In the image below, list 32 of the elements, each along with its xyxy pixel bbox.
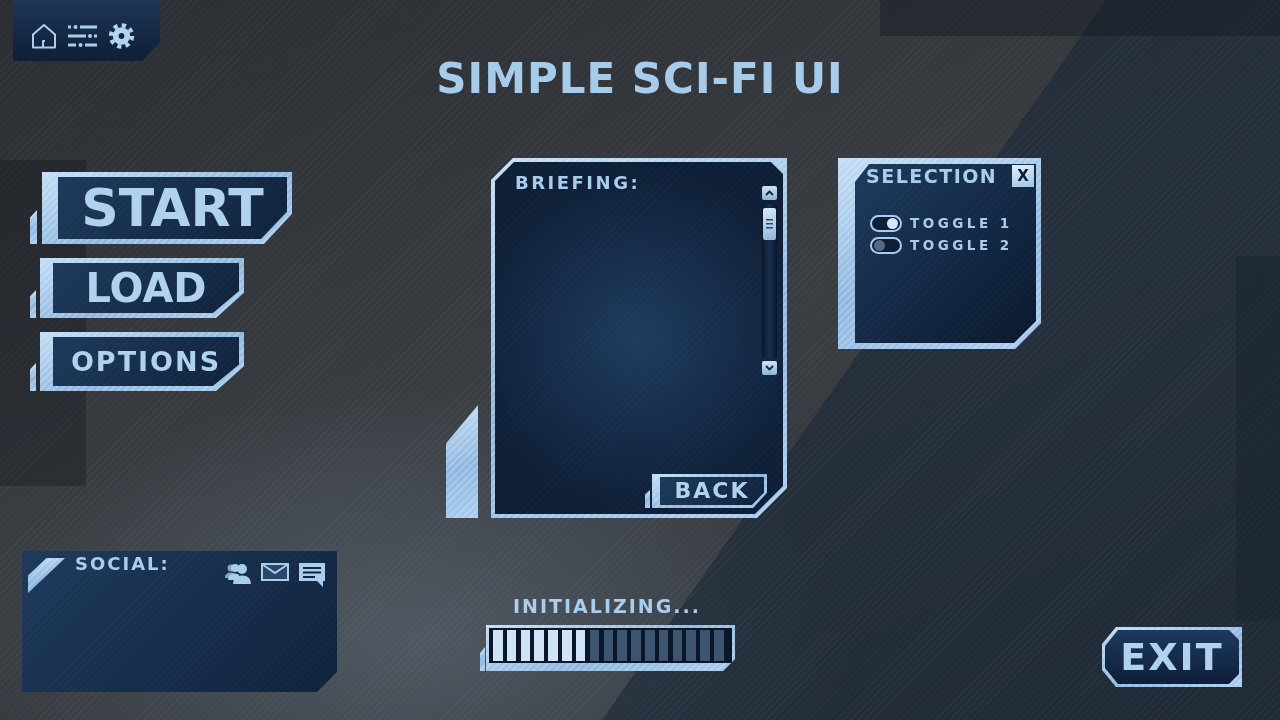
- toggle-switch[interactable]: [870, 215, 902, 232]
- menu-button[interactable]: LOAD: [40, 258, 244, 318]
- panel-title: BRIEFING:: [515, 174, 641, 192]
- panel-title: SOCIAL:: [75, 555, 170, 573]
- back-button[interactable]: BACK: [652, 474, 767, 508]
- chevron-down-icon: [765, 365, 774, 371]
- sliders-icon[interactable]: [68, 23, 97, 49]
- panel-title: SELECTION: [866, 166, 998, 186]
- toggle-label: TOGGLE 1: [910, 216, 1013, 231]
- people-icon[interactable]: [225, 563, 251, 584]
- menu-button[interactable]: START: [42, 172, 292, 244]
- scrollbar-thumb[interactable]: [763, 208, 776, 240]
- accent-stripe: [30, 363, 36, 391]
- toggle-label: TOGGLE 2: [910, 238, 1013, 253]
- home-icon[interactable]: [31, 23, 57, 49]
- accent-stripe: [30, 290, 36, 318]
- scroll-up-button[interactable]: [762, 186, 777, 200]
- mail-icon[interactable]: [261, 563, 289, 581]
- exit-button[interactable]: EXIT: [1102, 627, 1242, 687]
- toggle-switch[interactable]: [870, 237, 902, 254]
- accent-stripe: [28, 558, 65, 593]
- close-button[interactable]: X: [1012, 165, 1034, 187]
- settings-icon[interactable]: [108, 23, 135, 49]
- menu-button[interactable]: OPTIONS: [40, 332, 244, 391]
- scroll-down-button[interactable]: [762, 361, 777, 375]
- accent-stripe: [30, 210, 37, 244]
- chat-icon[interactable]: [299, 563, 325, 587]
- accent-stripe: [480, 647, 485, 671]
- accent-stripe: [645, 490, 650, 508]
- progress-label: INITIALIZING...: [513, 596, 701, 616]
- app-title: SIMPLE SCI-FI UI: [436, 58, 844, 100]
- chevron-up-icon: [765, 190, 774, 196]
